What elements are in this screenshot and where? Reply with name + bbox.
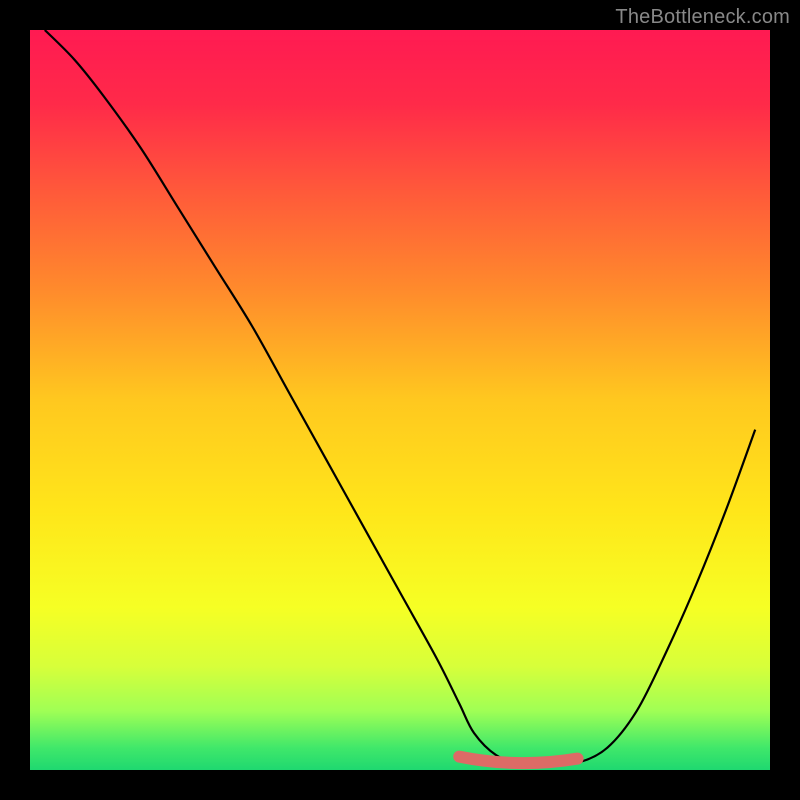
plot-background: [30, 30, 770, 770]
chart-container: TheBottleneck.com: [0, 0, 800, 800]
optimal-range-marker: [459, 757, 577, 764]
bottleneck-chart: [0, 0, 800, 800]
watermark-text: TheBottleneck.com: [615, 6, 790, 29]
